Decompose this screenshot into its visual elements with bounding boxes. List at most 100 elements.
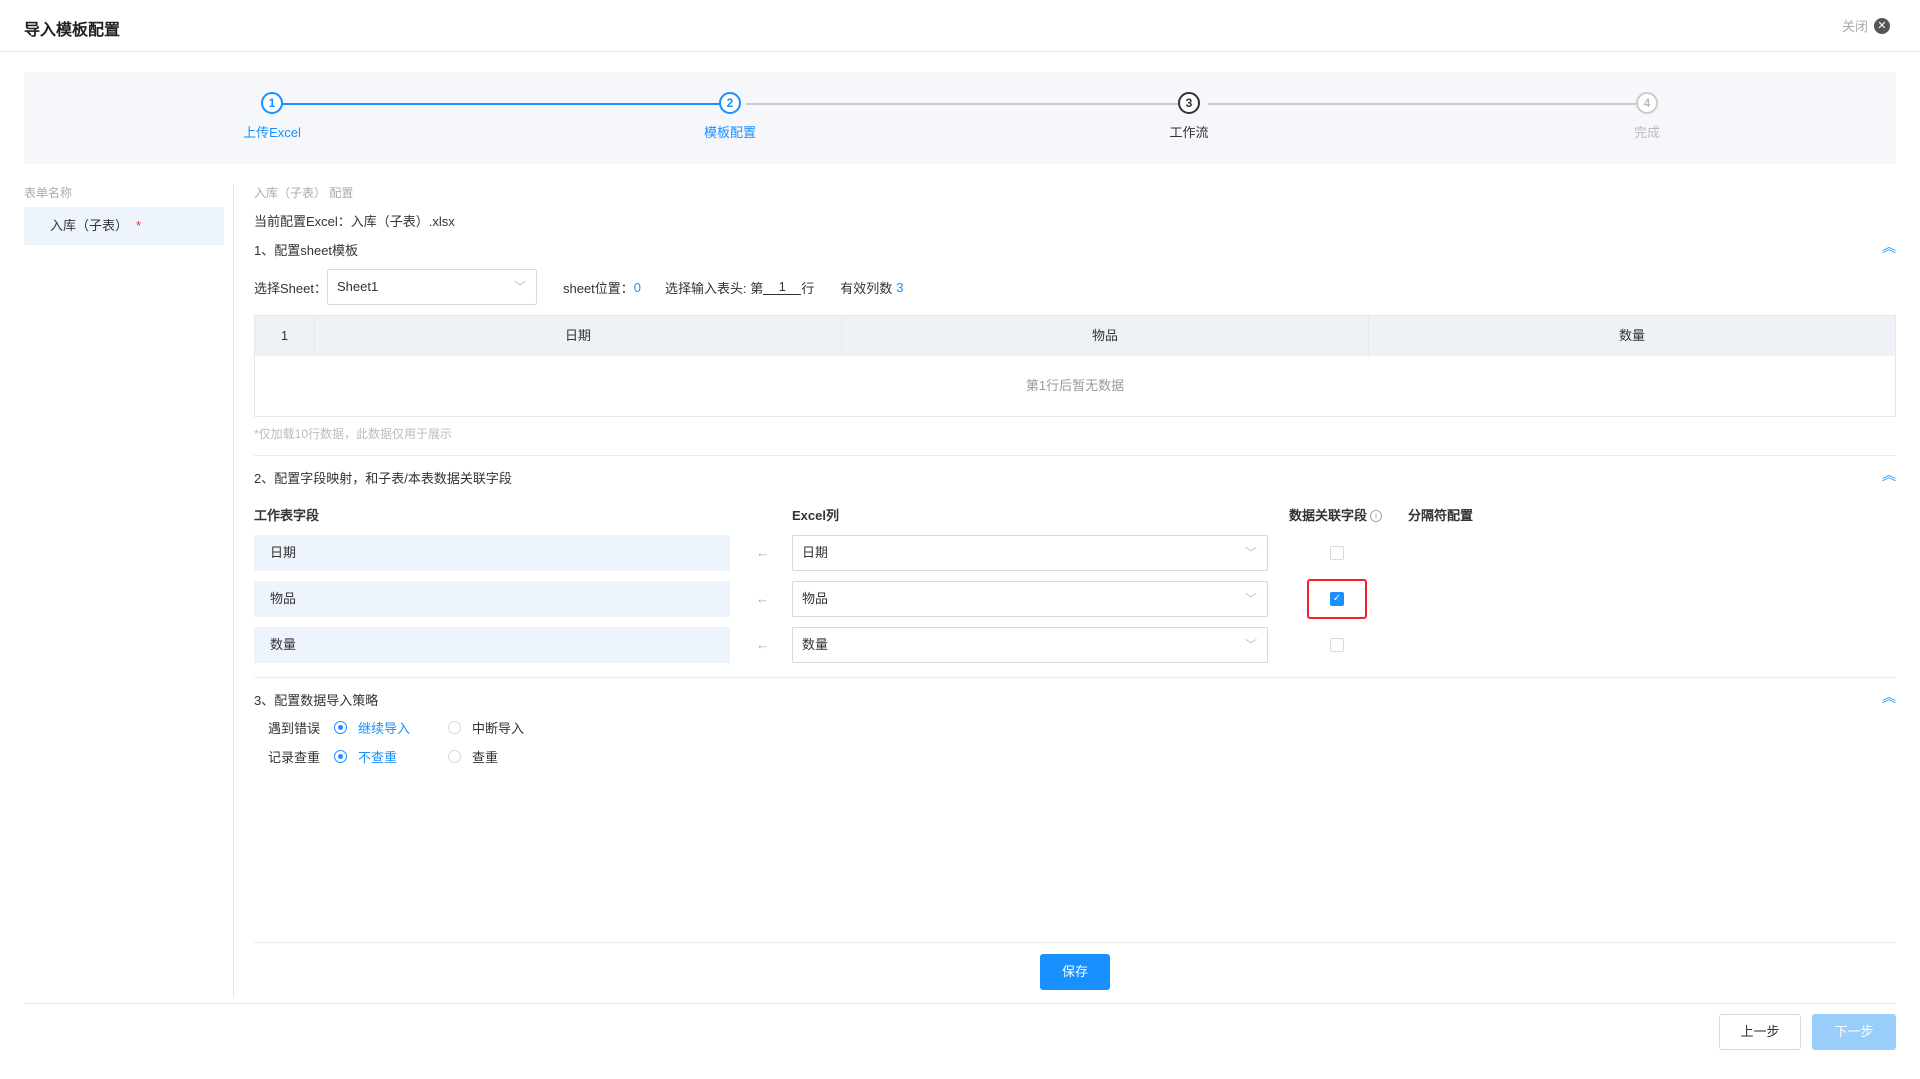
sheet-field: 数量 — [254, 627, 730, 663]
dedup-strategy-label: 记录查重 — [268, 750, 321, 765]
chevron-down-icon: ﹀ — [1244, 638, 1257, 652]
section-title-text: 2、配置字段映射，和子表/本表数据关联字段 — [254, 471, 512, 486]
radio-dedup[interactable] — [448, 750, 461, 763]
header-row-input[interactable]: 1 — [763, 279, 802, 295]
config-panel: 入库（子表） 配置 当前配置Excel：入库（子表）.xlsx 1、配置shee… — [254, 184, 1896, 767]
arrow-left-icon: ← — [756, 637, 769, 652]
collapse-up-icon[interactable]: ︽ — [1882, 468, 1896, 482]
section-mapping-title: 2、配置字段映射，和子表/本表数据关联字段 ︽ — [254, 468, 1896, 487]
sheet-field: 日期 — [254, 535, 730, 571]
close-circle-icon[interactable]: ✕ — [1874, 17, 1890, 34]
link-field-checkbox[interactable] — [1330, 546, 1344, 560]
sheet-position-label: sheet位置： — [562, 280, 634, 296]
col-link-header: 数据关联字段 i — [1289, 505, 1383, 524]
sidebar-caption: 表单名称 — [24, 186, 73, 200]
sheet-select-value: Sheet1 — [336, 279, 379, 294]
excel-column-select[interactable]: 物品 ﹀ — [792, 581, 1268, 617]
radio-abort-label[interactable]: 中断导入 — [472, 718, 524, 737]
excel-column-value: 日期 — [802, 545, 829, 560]
step-number: 4 — [1636, 92, 1658, 114]
dialog-header: 导入模板配置 关闭 ✕ — [0, 0, 1920, 52]
step-number: 2 — [719, 92, 741, 114]
form-sidebar: 表单名称 入库（子表） * — [24, 184, 224, 245]
mapping-row: 日期 ← 日期 ﹀ — [254, 535, 1896, 571]
footer-divider — [24, 1003, 1896, 1004]
link-field-checkbox-checked[interactable]: ✓ — [1330, 592, 1344, 606]
step-upload-excel: 1 上传Excel — [192, 92, 352, 141]
table-empty-text: 第1行后暂无数据 — [1025, 378, 1125, 393]
sidebar-item-form[interactable]: 入库（子表） * — [24, 207, 224, 245]
step-label: 工作流 — [1169, 125, 1209, 140]
radio-abort-import[interactable] — [448, 721, 461, 734]
link-field-cell — [1307, 535, 1367, 571]
required-mark: * — [136, 218, 142, 233]
excel-column-select[interactable]: 日期 ﹀ — [792, 535, 1268, 571]
previous-step-button[interactable]: 上一步 — [1719, 1014, 1801, 1050]
collapse-up-icon[interactable]: ︽ — [1882, 240, 1896, 254]
radio-no-dedup[interactable] — [334, 750, 347, 763]
select-sheet-label: 选择Sheet： — [254, 280, 327, 296]
excel-column-value: 数量 — [802, 637, 829, 652]
table-header-row: 1 日期 物品 数量 — [255, 316, 1895, 356]
error-strategy-label: 遇到错误 — [268, 721, 321, 736]
current-excel-value: 入库（子表）.xlsx — [350, 214, 455, 229]
preview-table: 1 日期 物品 数量 第1行后暂无数据 — [254, 315, 1896, 417]
step-template-config: 2 模板配置 — [650, 92, 810, 141]
radio-continue-label[interactable]: 继续导入 — [358, 718, 410, 737]
link-field-cell — [1307, 627, 1367, 663]
table-header-cell: 1 — [255, 316, 315, 356]
mapping-header: 工作表字段 Excel列 数据关联字段 i 分隔符配置 — [254, 505, 1896, 525]
next-step-button[interactable]: 下一步 — [1812, 1014, 1896, 1050]
step-workflow: 3 工作流 — [1109, 92, 1269, 141]
step-label: 完成 — [1633, 125, 1660, 140]
save-button[interactable]: 保存 — [1040, 954, 1110, 990]
header-row-suffix: 行 — [801, 280, 815, 296]
step-label: 模板配置 — [703, 125, 756, 140]
table-header-cell: 物品 — [842, 316, 1369, 356]
header-row-prefix: 选择输入表头: 第 — [665, 280, 764, 296]
close-button[interactable]: 关闭 ✕ — [1842, 16, 1890, 35]
table-header-cell: 数量 — [1618, 328, 1645, 343]
sheet-field: 物品 — [254, 581, 730, 617]
info-icon[interactable]: i — [1370, 510, 1383, 522]
excel-column-select[interactable]: 数量 ﹀ — [792, 627, 1268, 663]
radio-continue-import[interactable] — [334, 721, 347, 734]
error-strategy-row: 遇到错误 继续导入 中断导入 — [254, 718, 1896, 738]
arrow-left-icon: ← — [756, 591, 769, 606]
sidebar-item-label: 入库（子表） — [50, 218, 129, 233]
sheet-position-value: 0 — [633, 279, 642, 295]
step-number: 1 — [261, 92, 283, 114]
sheet-config-row: 选择Sheet： Sheet1 ﹀ sheet位置： 0 选择输入表头: 第 1… — [254, 269, 1896, 305]
mapping-row: 物品 ← 物品 ﹀ ✓ — [254, 579, 1896, 619]
content-divider — [254, 942, 1896, 943]
col-excel-header: Excel列 — [792, 508, 839, 523]
excel-column-value: 物品 — [802, 591, 829, 606]
current-excel-label: 当前配置Excel： — [254, 214, 351, 229]
radio-no-dedup-label[interactable]: 不查重 — [358, 747, 397, 766]
dedup-strategy-row: 记录查重 不查重 查重 — [254, 747, 1896, 767]
sheet-select[interactable]: Sheet1 ﹀ — [326, 269, 537, 305]
section-title-text: 1、配置sheet模板 — [254, 243, 359, 258]
preview-note: *仅加载10行数据，此数据仅用于展示 — [254, 427, 453, 441]
chevron-down-icon: ﹀ — [1244, 592, 1257, 606]
current-excel: 当前配置Excel：入库（子表）.xlsx — [254, 211, 1896, 230]
valid-cols-value: 3 — [896, 279, 904, 295]
breadcrumb: 入库（子表） 配置 — [254, 186, 354, 200]
section-divider — [254, 455, 1896, 456]
section-title-text: 3、配置数据导入策略 — [254, 693, 379, 708]
link-field-cell-highlighted: ✓ — [1307, 579, 1367, 619]
close-label: 关闭 — [1841, 19, 1868, 34]
radio-dedup-label[interactable]: 查重 — [472, 747, 498, 766]
section-sheet-title: 1、配置sheet模板 ︽ — [254, 240, 1896, 259]
step-label: 上传Excel — [243, 125, 301, 140]
col-separator-header: 分隔符配置 — [1408, 508, 1474, 523]
section-divider — [254, 677, 1896, 678]
section-strategy-title: 3、配置数据导入策略 ︽ — [254, 690, 1896, 709]
table-header-cell: 日期 — [315, 316, 842, 356]
link-field-checkbox[interactable] — [1330, 638, 1344, 652]
vertical-divider — [233, 184, 234, 998]
col-link-text: 数据关联字段 — [1289, 508, 1368, 523]
step-progress: 1 上传Excel 2 模板配置 3 工作流 4 完成 — [24, 72, 1896, 164]
collapse-up-icon[interactable]: ︽ — [1882, 690, 1896, 704]
col-field-header: 工作表字段 — [254, 508, 320, 523]
